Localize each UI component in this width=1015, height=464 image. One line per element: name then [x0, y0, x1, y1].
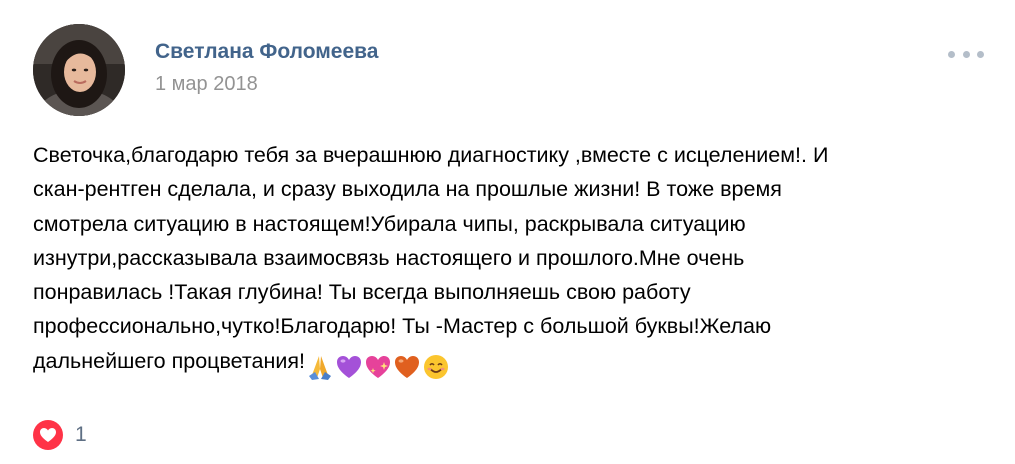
more-dot — [962, 50, 970, 58]
like-button[interactable]: 1 — [33, 418, 87, 452]
purple-heart-icon — [336, 356, 361, 379]
heart-icon — [33, 420, 63, 450]
sparkling-heart-icon — [365, 356, 390, 379]
more-dot — [948, 50, 955, 58]
folded-hands-icon — [308, 356, 331, 381]
more-horizontal-icon[interactable] — [948, 46, 984, 62]
avatar-photo — [33, 24, 125, 116]
post-card: Светлана Фоломеева 1 мар 2018 Светочка,б… — [0, 0, 1015, 464]
avatar[interactable] — [33, 24, 125, 116]
orange-heart-icon — [394, 356, 419, 379]
more-dot — [977, 50, 984, 58]
post-text: Светочка,благодарю тебя за вчерашнюю диа… — [33, 138, 963, 383]
post-date[interactable]: 1 мар 2018 — [155, 73, 258, 96]
smiling-face-icon — [423, 355, 448, 380]
author-name[interactable]: Светлана Фоломеева — [155, 40, 378, 64]
post-text-body: Светочка,благодарю тебя за вчерашнюю диа… — [33, 143, 829, 373]
emoji-row — [306, 349, 451, 383]
likes-count: 1 — [75, 423, 87, 446]
